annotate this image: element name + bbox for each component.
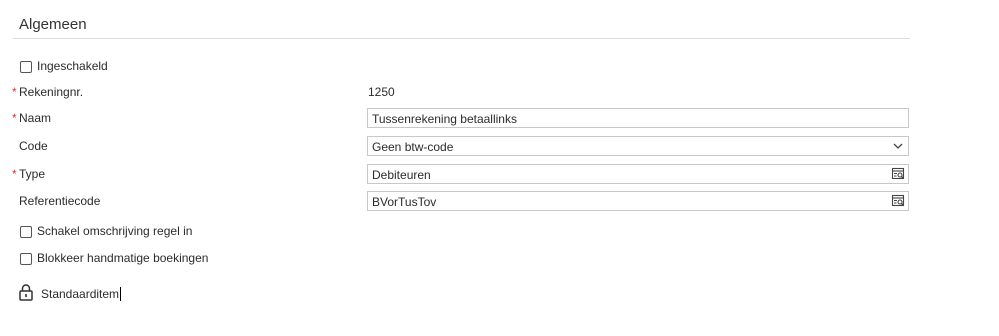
line-description-row: Schakel omschrijving regel in [0, 221, 999, 243]
type-input-value: Debiteuren [372, 168, 431, 182]
enabled-checkbox[interactable] [20, 61, 32, 73]
name-label: Naam [19, 111, 52, 125]
reference-code-row: Referentiecode BVorTusTov [0, 191, 999, 213]
code-select[interactable]: Geen btw-code [367, 136, 909, 156]
code-select-value: Geen btw-code [372, 140, 454, 154]
type-row: * Type Debiteuren [0, 164, 999, 186]
section-divider [13, 38, 910, 39]
lookup-icon[interactable] [891, 194, 905, 208]
required-marker: * [12, 167, 17, 181]
default-item-text: Standaarditem [41, 287, 120, 301]
type-input[interactable]: Debiteuren [367, 164, 909, 184]
type-label: Type [19, 167, 46, 181]
name-input[interactable]: Tussenrekening betaallinks [367, 108, 909, 128]
name-row: * Naam Tussenrekening betaallinks [0, 108, 999, 130]
required-marker: * [12, 85, 17, 99]
name-input-value: Tussenrekening betaallinks [372, 112, 517, 126]
lock-icon[interactable] [18, 283, 34, 301]
account-number-row: * Rekeningnr. 1250 [0, 82, 999, 104]
account-number-label: Rekeningnr. [19, 85, 84, 99]
required-marker: * [12, 111, 17, 125]
lookup-icon[interactable] [891, 167, 905, 181]
block-manual-label: Blokkeer handmatige boekingen [37, 251, 209, 265]
enabled-row: Ingeschakeld [0, 56, 999, 78]
chevron-down-icon[interactable] [891, 139, 905, 153]
account-number-value: 1250 [368, 85, 395, 99]
block-manual-row: Blokkeer handmatige boekingen [0, 248, 999, 270]
line-description-label: Schakel omschrijving regel in [37, 224, 193, 238]
reference-code-label: Referentiecode [19, 194, 101, 208]
reference-code-input-value: BVorTusTov [372, 195, 437, 209]
default-item-label: Standaarditem [41, 287, 122, 301]
code-row: Code Geen btw-code [0, 136, 999, 158]
code-label: Code [19, 139, 48, 153]
section-title: Algemeen [19, 16, 87, 33]
text-caret [120, 287, 122, 301]
block-manual-checkbox[interactable] [20, 253, 32, 265]
enabled-label: Ingeschakeld [37, 59, 108, 73]
reference-code-input[interactable]: BVorTusTov [367, 191, 909, 211]
line-description-checkbox[interactable] [20, 226, 32, 238]
